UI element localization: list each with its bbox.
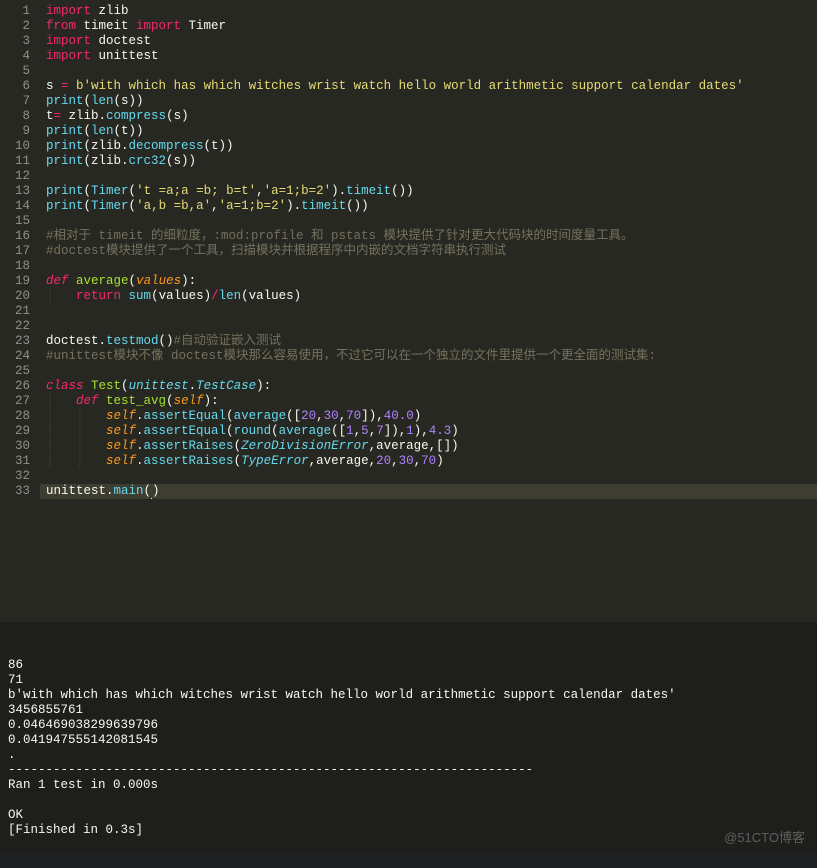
line-number: 31 <box>6 454 30 469</box>
code-line[interactable]: import zlib <box>40 4 817 19</box>
code-line[interactable]: print(Timer('a,b =b,a','a=1;b=2').timeit… <box>40 199 817 214</box>
line-number: 22 <box>6 319 30 334</box>
code-line[interactable]: │ │ self.assertRaises(ZeroDivisionError,… <box>40 439 817 454</box>
code-line[interactable]: unittest.main() <box>40 484 817 499</box>
code-line[interactable]: │ return sum(values)/len(values) <box>40 289 817 304</box>
line-number: 28 <box>6 409 30 424</box>
code-line[interactable]: #相对于 timeit 的细粒度，:mod:profile 和 pstats 模… <box>40 229 817 244</box>
code-line[interactable]: print(Timer('t =a;a =b; b=t','a=1;b=2').… <box>40 184 817 199</box>
line-number: 27 <box>6 394 30 409</box>
line-number: 20 <box>6 289 30 304</box>
line-number: 4 <box>6 49 30 64</box>
line-number: 24 <box>6 349 30 364</box>
line-number: 19 <box>6 274 30 289</box>
line-number: 13 <box>6 184 30 199</box>
code-line[interactable] <box>40 469 817 484</box>
code-area[interactable]: import zlibfrom timeit import Timerimpor… <box>40 0 817 622</box>
code-line[interactable]: import unittest <box>40 49 817 64</box>
code-line[interactable] <box>40 64 817 79</box>
code-line[interactable]: def average(values): <box>40 274 817 289</box>
code-line[interactable]: │ def test_avg(self): <box>40 394 817 409</box>
output-text: 86 71 b'with which has which witches wri… <box>8 658 809 838</box>
line-number: 16 <box>6 229 30 244</box>
line-number: 14 <box>6 199 30 214</box>
code-line[interactable]: │ │ self.assertRaises(TypeError,average,… <box>40 454 817 469</box>
line-number: 26 <box>6 379 30 394</box>
line-number: 8 <box>6 109 30 124</box>
code-line[interactable]: │ │ self.assertEqual(average([20,30,70])… <box>40 409 817 424</box>
line-number: 7 <box>6 94 30 109</box>
code-line[interactable] <box>40 259 817 274</box>
code-line[interactable] <box>40 214 817 229</box>
line-number: 3 <box>6 34 30 49</box>
line-number: 10 <box>6 139 30 154</box>
code-line[interactable] <box>40 169 817 184</box>
code-line[interactable]: #unittest模块不像 doctest模块那么容易使用，不过它可以在一个独立… <box>40 349 817 364</box>
code-line[interactable] <box>40 319 817 334</box>
line-number: 25 <box>6 364 30 379</box>
code-line[interactable]: print(zlib.crc32(s)) <box>40 154 817 169</box>
line-number: 29 <box>6 424 30 439</box>
line-number: 30 <box>6 439 30 454</box>
line-number: 6 <box>6 79 30 94</box>
code-line[interactable]: #doctest模块提供了一个工具，扫描模块并根据程序中内嵌的文档字符串执行测试 <box>40 244 817 259</box>
code-line[interactable] <box>40 364 817 379</box>
code-line[interactable]: print(zlib.decompress(t)) <box>40 139 817 154</box>
line-number: 18 <box>6 259 30 274</box>
line-number: 23 <box>6 334 30 349</box>
code-line[interactable]: │ │ self.assertEqual(round(average([1,5,… <box>40 424 817 439</box>
line-number: 9 <box>6 124 30 139</box>
line-number: 5 <box>6 64 30 79</box>
line-number: 1 <box>6 4 30 19</box>
line-number: 11 <box>6 154 30 169</box>
line-number: 21 <box>6 304 30 319</box>
line-number: 33 <box>6 484 30 499</box>
line-number: 2 <box>6 19 30 34</box>
code-line[interactable]: doctest.testmod()#自动验证嵌入测试 <box>40 334 817 349</box>
code-line[interactable]: import doctest <box>40 34 817 49</box>
line-number: 15 <box>6 214 30 229</box>
line-number: 17 <box>6 244 30 259</box>
line-number-gutter: 1234567891011121314151617181920212223242… <box>0 0 40 622</box>
code-line[interactable]: s = b'with which has which witches wrist… <box>40 79 817 94</box>
code-line[interactable]: t= zlib.compress(s) <box>40 109 817 124</box>
code-line[interactable]: print(len(t)) <box>40 124 817 139</box>
code-line[interactable]: from timeit import Timer <box>40 19 817 34</box>
line-number: 32 <box>6 469 30 484</box>
line-number: 12 <box>6 169 30 184</box>
code-line[interactable]: print(len(s)) <box>40 94 817 109</box>
output-panel: 86 71 b'with which has which witches wri… <box>0 622 817 851</box>
code-line[interactable] <box>40 304 817 319</box>
code-line[interactable]: class Test(unittest.TestCase): <box>40 379 817 394</box>
code-editor[interactable]: 1234567891011121314151617181920212223242… <box>0 0 817 622</box>
watermark: @51CTO博客 <box>724 830 805 845</box>
